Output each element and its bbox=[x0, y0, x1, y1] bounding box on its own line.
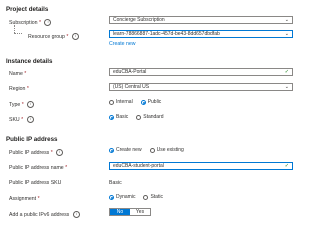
chevron-down-icon: ⌄ bbox=[284, 17, 289, 23]
required-mark: * bbox=[37, 196, 40, 202]
required-mark: * bbox=[50, 149, 53, 156]
name-label: Name * bbox=[9, 71, 27, 77]
required-mark: * bbox=[21, 116, 24, 123]
type-internal-radio[interactable]: Internal bbox=[109, 99, 133, 105]
radio-circle-selected bbox=[109, 194, 114, 200]
check-icon: ✓ bbox=[284, 163, 289, 169]
ipv6-yes-option[interactable]: Yes bbox=[130, 209, 150, 215]
required-mark: * bbox=[26, 86, 29, 92]
type-public-radio[interactable]: Public bbox=[140, 99, 161, 105]
radio-circle-selected bbox=[109, 147, 114, 153]
assignment-radio-group: Dynamic Static bbox=[109, 194, 163, 200]
assignment-static-radio[interactable]: Static bbox=[143, 194, 163, 200]
radio-circle-selected bbox=[140, 99, 146, 105]
public-ip-sku-label: Public IP address SKU bbox=[9, 180, 62, 186]
chevron-down-icon: ⌄ bbox=[284, 84, 289, 90]
public-ip-sku-value: Basic bbox=[109, 180, 122, 186]
ipv6-no-option[interactable]: No bbox=[110, 209, 130, 215]
check-icon: ✓ bbox=[284, 69, 289, 75]
type-radio-group: Internal Public bbox=[109, 99, 161, 105]
resource-group-dropdown[interactable]: learn-78866887-1adc-457d-be43-8dd657dbdf… bbox=[109, 30, 293, 38]
sku-radio-group: Basic Standard bbox=[109, 114, 164, 120]
region-dropdown[interactable]: (US) Central US ⌄ bbox=[109, 83, 293, 91]
tree-connector bbox=[14, 25, 15, 33]
info-icon[interactable]: i bbox=[44, 19, 52, 26]
ipv6-label: Add a public IPv6 address i bbox=[9, 211, 80, 218]
required-mark: * bbox=[65, 165, 68, 171]
info-icon[interactable]: i bbox=[72, 211, 80, 218]
info-icon[interactable]: i bbox=[26, 116, 34, 123]
info-icon[interactable]: i bbox=[71, 33, 79, 40]
type-label: Type * i bbox=[9, 101, 35, 108]
instance-details-heading: Instance details bbox=[6, 58, 53, 65]
public-ip-name-field[interactable]: eduCBA-student-portal ✓ bbox=[109, 162, 293, 170]
required-mark: * bbox=[21, 101, 24, 108]
public-ip-heading: Public IP address bbox=[6, 136, 58, 143]
region-label: Region * bbox=[9, 86, 29, 92]
assignment-label: Assignment * bbox=[9, 196, 40, 202]
required-mark: * bbox=[39, 19, 42, 26]
radio-circle bbox=[143, 194, 149, 200]
required-mark: * bbox=[24, 71, 27, 77]
public-ip-use-existing-radio[interactable]: Use existing bbox=[149, 147, 184, 153]
create-new-resource-group-link[interactable]: Create new bbox=[109, 41, 136, 47]
sku-standard-radio[interactable]: Standard bbox=[136, 114, 164, 120]
radio-circle bbox=[136, 114, 142, 120]
subscription-label: Subscription * i bbox=[9, 19, 52, 26]
radio-circle bbox=[149, 147, 155, 153]
sku-basic-radio[interactable]: Basic bbox=[109, 114, 128, 120]
required-mark: * bbox=[66, 33, 69, 40]
public-ip-name-label: Public IP address name * bbox=[9, 165, 68, 171]
radio-circle bbox=[109, 99, 114, 105]
project-details-heading: Project details bbox=[6, 6, 49, 13]
ipv6-toggle: No Yes bbox=[109, 208, 151, 216]
tree-connector-branch bbox=[14, 33, 22, 34]
info-icon[interactable]: i bbox=[56, 149, 64, 156]
assignment-dynamic-radio[interactable]: Dynamic bbox=[109, 194, 135, 200]
name-field[interactable]: eduCBA-Portal ✓ bbox=[109, 68, 293, 76]
resource-group-label: Resource group * i bbox=[28, 33, 79, 40]
chevron-down-icon: ⌄ bbox=[284, 31, 289, 37]
public-ip-create-new-radio[interactable]: Create new bbox=[109, 147, 142, 153]
public-ip-address-radio-group: Create new Use existing bbox=[109, 147, 184, 153]
info-icon[interactable]: i bbox=[27, 101, 35, 108]
sku-label: SKU * i bbox=[9, 116, 34, 123]
public-ip-address-label: Public IP address * i bbox=[9, 149, 64, 156]
subscription-dropdown[interactable]: Concierge Subscription ⌄ bbox=[109, 16, 293, 24]
radio-circle-selected bbox=[109, 114, 114, 120]
